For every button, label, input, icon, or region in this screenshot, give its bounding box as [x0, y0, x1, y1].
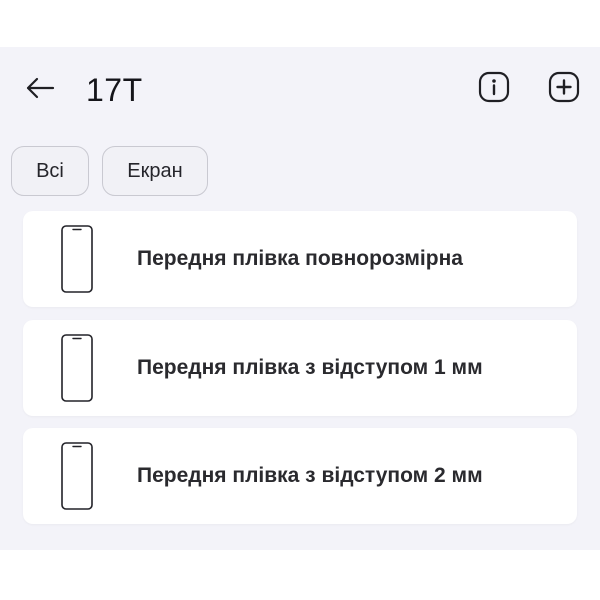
add-button[interactable]	[546, 71, 582, 107]
phone-outline-icon	[59, 333, 95, 403]
info-icon	[478, 71, 510, 108]
info-button[interactable]	[476, 71, 512, 107]
plus-square-icon	[548, 71, 580, 108]
arrow-left-icon	[25, 77, 55, 104]
list-item-full-size-film[interactable]: Передня плівка повнорозмірна	[23, 211, 577, 307]
list-item-film-1mm-offset[interactable]: Передня плівка з відступом 1 мм	[23, 320, 577, 416]
list-item-label: Передня плівка повнорозмірна	[137, 247, 463, 270]
page-title: 17T	[86, 72, 143, 108]
list-item-film-2mm-offset[interactable]: Передня плівка з відступом 2 мм	[23, 428, 577, 524]
list-item-label: Передня плівка з відступом 1 мм	[137, 356, 483, 379]
filter-chip-all[interactable]: Всі	[11, 146, 89, 196]
phone-outline-icon	[59, 224, 95, 294]
list-item-label: Передня плівка з відступом 2 мм	[137, 464, 483, 487]
back-button[interactable]	[22, 73, 58, 107]
filter-chip-screen[interactable]: Екран	[102, 146, 208, 196]
phone-outline-icon	[59, 441, 95, 511]
